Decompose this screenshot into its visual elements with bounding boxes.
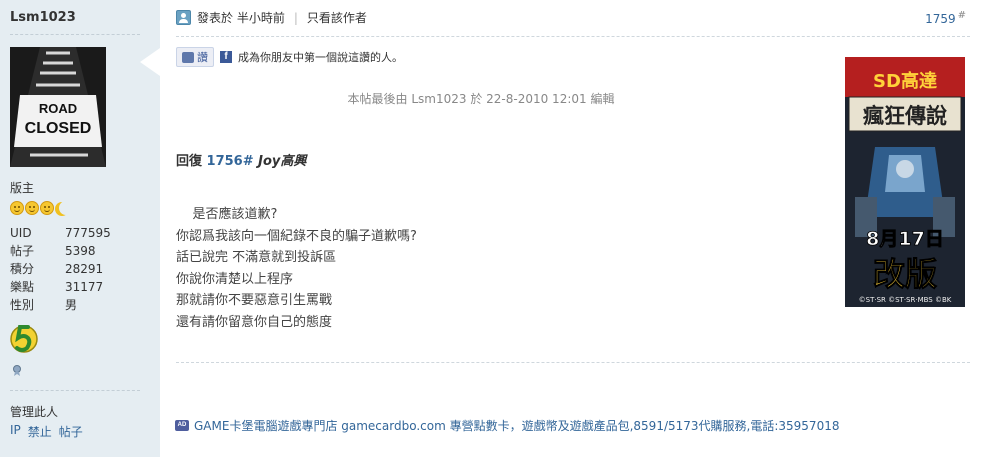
divider bbox=[10, 390, 140, 391]
post-line: 你說你清楚以上程序 bbox=[176, 271, 294, 287]
stat-row-posts: 帖子 5398 bbox=[10, 242, 111, 260]
reply-prefix: 回復 bbox=[176, 154, 203, 169]
manage-ban-link[interactable]: 禁止 bbox=[28, 423, 52, 440]
ad-headline: 改版 bbox=[873, 255, 937, 293]
post-time: 發表於 半小時前 bbox=[197, 11, 285, 25]
stat-label: 積分 bbox=[10, 262, 35, 276]
ad-brand: SD高達 bbox=[873, 70, 937, 92]
post-floor[interactable]: 1759 # bbox=[925, 10, 966, 26]
stat-value: 31177 bbox=[65, 280, 104, 294]
author-stats: UID 777595 帖子 5398 積分 28291 樂點 31177 性別 … bbox=[10, 224, 111, 314]
only-author-link[interactable]: 只看該作者 bbox=[307, 9, 367, 26]
ad-badge-icon: AD bbox=[175, 420, 189, 431]
reply-floor-link[interactable]: 1756# bbox=[207, 154, 254, 169]
separator: | bbox=[293, 10, 298, 25]
post-line: 還有請你留意你自己的態度 bbox=[176, 314, 333, 330]
divider bbox=[10, 34, 140, 35]
stat-row-uid: UID 777595 bbox=[10, 224, 111, 242]
post-floor-number[interactable]: 1759 bbox=[925, 12, 956, 26]
thumbs-up-icon bbox=[182, 51, 194, 63]
stat-label: 帖子 bbox=[10, 244, 35, 258]
facebook-icon: f bbox=[220, 51, 232, 63]
user-group[interactable]: 版主 bbox=[10, 179, 34, 196]
post-meta: 發表於 半小時前 | 只看該作者 bbox=[176, 9, 367, 26]
sun-rank-icon bbox=[10, 201, 24, 215]
stat-row-gender: 性別 男 bbox=[10, 296, 111, 314]
stat-value[interactable]: 28291 bbox=[65, 260, 103, 278]
ad-credit: ©ST·SR ©ST·SR·MBS ©BK bbox=[859, 296, 952, 304]
post-body: 是否應該道歉? 你認爲我該向一個紀錄不良的騙子道歉嗎? 話已說完 不滿意就到投訴… bbox=[176, 204, 417, 333]
road-closed-avatar-image: ROAD CLOSED bbox=[10, 47, 106, 167]
edit-note: 本帖最後由 Lsm1023 於 22-8-2010 12:01 編輯 bbox=[347, 92, 615, 106]
sun-rank-icon bbox=[25, 201, 39, 215]
online-user-icon bbox=[176, 10, 191, 25]
post-line: 是否應該道歉? bbox=[176, 207, 278, 222]
text-ad-link[interactable]: GAME卡堡電腦遊戲專門店 gamecardbo.com 專營點數卡，遊戲幣及遊… bbox=[194, 417, 839, 434]
reply-heading: 回復 1756# Joy高興 bbox=[176, 150, 306, 169]
author-name[interactable]: Lsm1023 bbox=[10, 10, 76, 25]
stat-label: 樂點 bbox=[10, 280, 35, 294]
level-medal-icon[interactable] bbox=[10, 321, 38, 357]
sun-rank-icon bbox=[40, 201, 54, 215]
manage-links: IP 禁止 帖子 bbox=[10, 423, 83, 440]
divider bbox=[176, 362, 970, 363]
text-ad[interactable]: AD GAME卡堡電腦遊戲專門店 gamecardbo.com 專營點數卡，遊戲… bbox=[175, 417, 839, 434]
stat-label: UID bbox=[10, 226, 32, 240]
stat-value[interactable]: 777595 bbox=[65, 224, 111, 242]
avatar-text-road: ROAD bbox=[39, 101, 77, 116]
author-sidebar: Lsm1023 ROAD CLOSED 版主 UID 777595 帖子 539… bbox=[0, 0, 160, 457]
rank-icons bbox=[10, 201, 73, 215]
moon-rank-icon bbox=[59, 201, 73, 215]
manage-posts-link[interactable]: 帖子 bbox=[59, 423, 83, 440]
game-ad-banner[interactable]: SD高達 瘋狂傳說 8月17日 改版 ©ST·SR ©ST·SR·MBS ©BK bbox=[845, 57, 965, 307]
avatar-pointer-notch bbox=[140, 48, 160, 76]
manage-user-label: 管理此人 bbox=[10, 405, 59, 419]
divider bbox=[176, 36, 970, 37]
avatar-text-closed: CLOSED bbox=[25, 120, 92, 137]
game-ad-image: SD高達 瘋狂傳說 8月17日 改版 ©ST·SR ©ST·SR·MBS ©BK bbox=[845, 57, 965, 307]
post-line: 你認爲我該向一個紀錄不良的騙子道歉嗎? bbox=[176, 228, 417, 244]
stat-row-points: 積分 28291 bbox=[10, 260, 111, 278]
stat-label: 性別 bbox=[10, 298, 35, 312]
ad-date: 8月17日 bbox=[866, 228, 944, 250]
like-button[interactable]: 讚 bbox=[176, 47, 214, 67]
stat-value: 男 bbox=[65, 298, 78, 312]
reply-to-user: Joy高興 bbox=[258, 154, 307, 169]
like-button-label: 讚 bbox=[197, 51, 208, 64]
manage-ip-link[interactable]: IP bbox=[10, 423, 21, 440]
like-count-text: 成為你朋友中第一個說這讚的人。 bbox=[238, 51, 403, 64]
stat-value[interactable]: 5398 bbox=[65, 242, 96, 260]
post-line: 話已說完 不滿意就到投訴區 bbox=[176, 250, 337, 265]
avatar[interactable]: ROAD CLOSED bbox=[10, 47, 106, 167]
badge-icon[interactable] bbox=[12, 364, 22, 376]
facebook-like-row: 讚 f 成為你朋友中第一個說這讚的人。 bbox=[176, 47, 403, 67]
post-floor-mark: # bbox=[957, 10, 966, 21]
stat-row-credits: 樂點 31177 bbox=[10, 278, 111, 296]
post-line: 那就請你不要惡意引生罵戰 bbox=[176, 293, 333, 308]
ad-title: 瘋狂傳說 bbox=[862, 104, 947, 128]
